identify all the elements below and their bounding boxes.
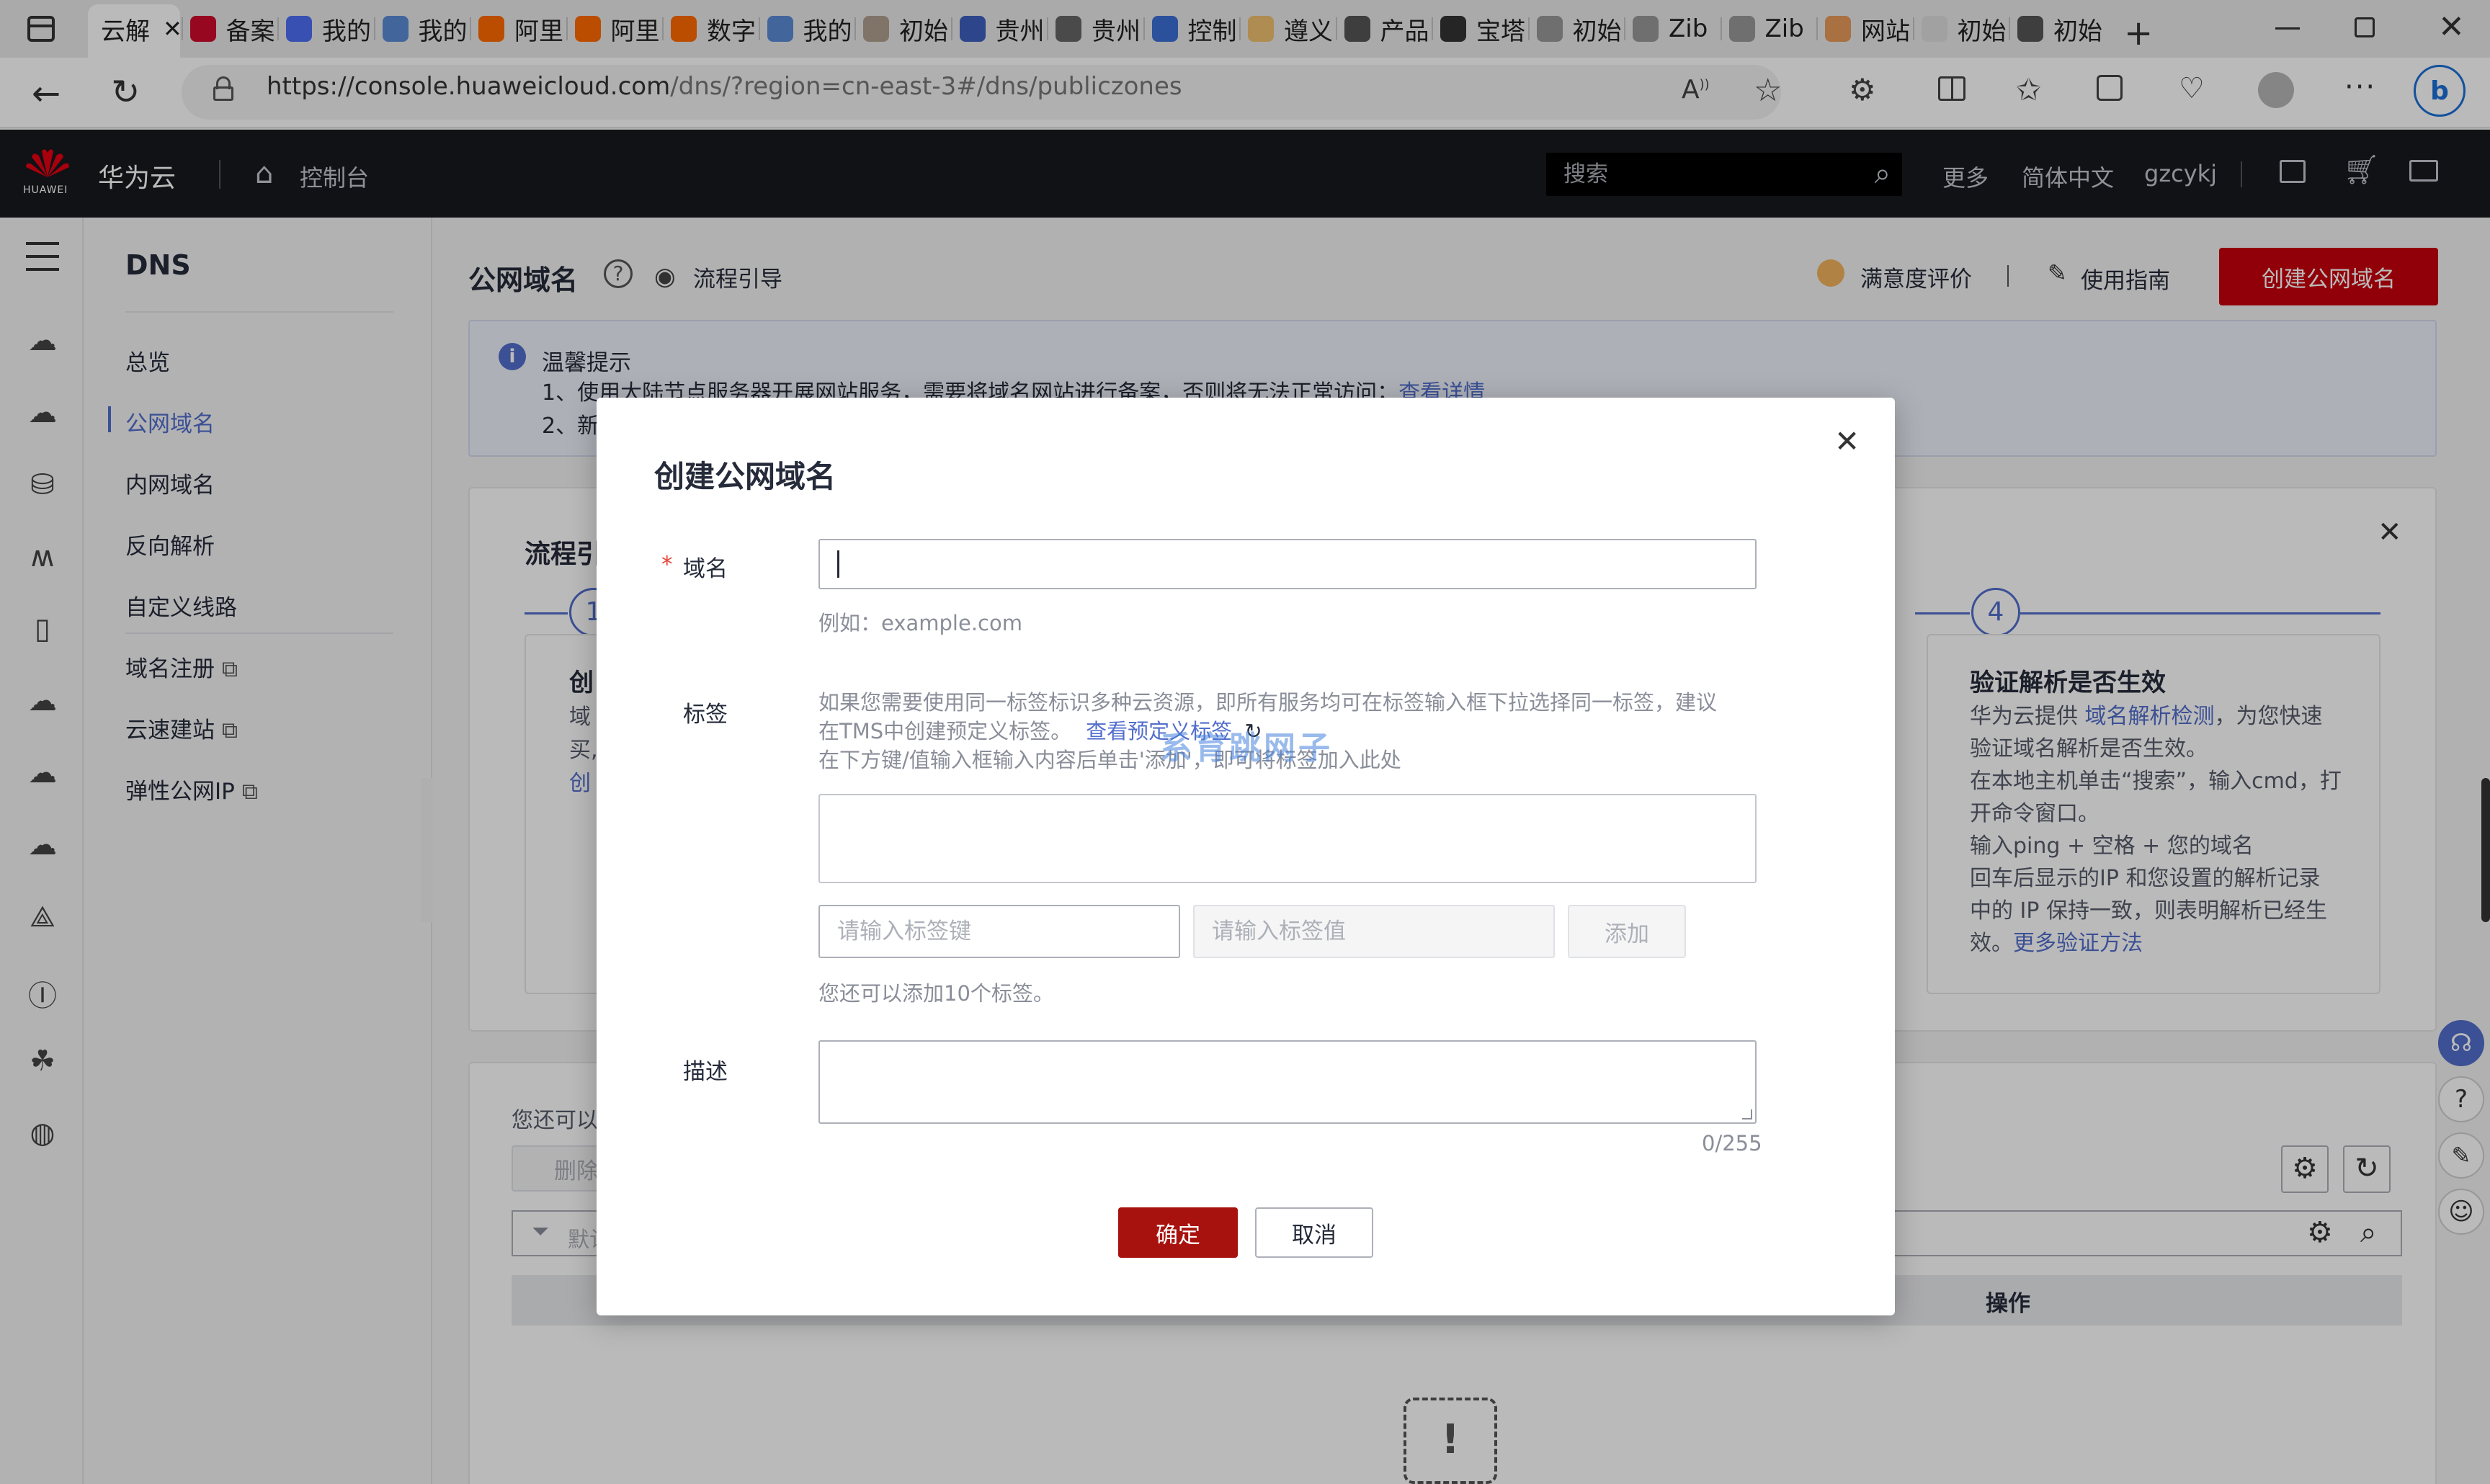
watermark-logo: 系育跳网子	[1160, 730, 1333, 766]
confirm-button[interactable]: 确定	[1118, 1207, 1238, 1258]
description-textarea[interactable]	[820, 1042, 1755, 1122]
dialog-title: 创建公网域名	[654, 459, 836, 494]
tag-value-input-wrapper[interactable]	[1193, 905, 1555, 958]
tag-key-input[interactable]	[820, 906, 1179, 957]
tag-list-box	[818, 794, 1757, 883]
dialog-close-button[interactable]: ✕	[1834, 426, 1860, 457]
domain-input[interactable]	[820, 540, 1755, 588]
domain-input-wrapper[interactable]	[818, 539, 1757, 589]
domain-required-mark: *	[661, 552, 673, 578]
tag-key-input-wrapper[interactable]	[818, 905, 1180, 958]
description-label: 描述	[683, 1059, 728, 1085]
tag-remaining-note: 您还可以添加10个标签。	[818, 981, 1054, 1006]
text-cursor	[837, 550, 839, 578]
tag-desc-text: 在TMS中创建预定义标签。	[818, 719, 1072, 743]
tag-value-input[interactable]	[1195, 906, 1553, 957]
domain-example-hint: 例如：example.com	[818, 611, 1022, 635]
domain-label: 域名	[683, 556, 728, 582]
tag-add-button[interactable]: 添加	[1568, 905, 1686, 958]
description-textarea-wrapper[interactable]	[818, 1040, 1757, 1124]
cancel-button[interactable]: 取消	[1255, 1207, 1373, 1258]
resize-handle-icon[interactable]	[1742, 1109, 1752, 1119]
tag-label: 标签	[683, 702, 728, 728]
description-counter: 0/255	[1702, 1131, 1762, 1156]
tag-desc-line-1: 如果您需要使用同一标签标识多种云资源，即所有服务均可在标签输入框下拉选择同一标签…	[818, 690, 1718, 715]
